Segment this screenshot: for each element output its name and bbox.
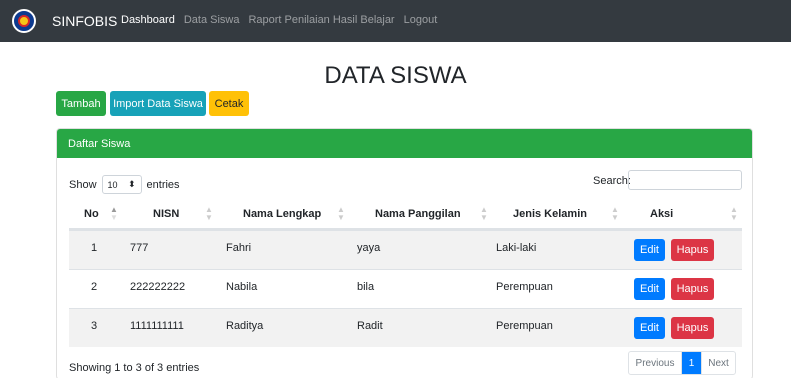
- column-header-nama-panggilan[interactable]: Nama Panggilan: [375, 208, 461, 220]
- navbar: SINFOBIS Dashboard Data Siswa Raport Pen…: [0, 0, 791, 42]
- edit-button[interactable]: Edit: [634, 278, 665, 300]
- import-data-siswa-button[interactable]: Import Data Siswa: [110, 91, 206, 116]
- cell-nama-panggilan: bila: [357, 281, 375, 293]
- pagination-page-1[interactable]: 1: [682, 352, 701, 374]
- nav-links: Dashboard Data Siswa Raport Penilaian Ha…: [121, 14, 437, 26]
- nav-data-siswa[interactable]: Data Siswa: [184, 14, 240, 26]
- search-label: Search:: [593, 175, 631, 187]
- hapus-button[interactable]: Hapus: [671, 317, 714, 339]
- cell-jenis-kelamin: Laki-laki: [496, 242, 537, 254]
- pagination-previous[interactable]: Previous: [629, 352, 682, 374]
- cell-nama-lengkap: Raditya: [226, 320, 264, 332]
- page-title: DATA SISWA: [324, 62, 467, 89]
- sort-asc-icon: ▲ ▼: [110, 205, 118, 222]
- cell-no: 2: [91, 281, 98, 293]
- sort-icon: ▲ ▼: [337, 205, 345, 222]
- table-info: Showing 1 to 3 of 3 entries: [69, 362, 200, 374]
- sort-icon: ▲ ▼: [480, 205, 488, 222]
- school-logo-icon[interactable]: [12, 9, 36, 33]
- cell-nisn: 1111111111: [130, 320, 184, 332]
- daftar-siswa-card: Daftar Siswa Show 10 ⬍ entries Search: N…: [56, 128, 753, 378]
- column-header-no[interactable]: No: [84, 208, 99, 220]
- cell-nisn: 777: [130, 242, 149, 254]
- search-input[interactable]: [628, 170, 742, 190]
- card-header: Daftar Siswa: [57, 129, 752, 158]
- cell-nisn: 222222222: [130, 281, 186, 293]
- table-row: 1 777 Fahri yaya Laki-laki Edit Hapus: [69, 230, 742, 269]
- cell-nama-panggilan: yaya: [357, 242, 381, 254]
- cell-nama-lengkap: Nabila: [226, 281, 258, 293]
- show-label: Show: [69, 178, 97, 191]
- edit-button[interactable]: Edit: [634, 317, 665, 339]
- table-row: 3 1111111111 Raditya Radit Perempuan Edi…: [69, 308, 742, 347]
- entries-label: entries: [146, 178, 180, 191]
- sort-icon: ▲ ▼: [611, 205, 619, 222]
- cell-jenis-kelamin: Perempuan: [496, 281, 553, 293]
- nav-logout[interactable]: Logout: [404, 14, 438, 26]
- entries-value: 10: [107, 179, 118, 190]
- cell-no: 1: [91, 242, 98, 254]
- column-header-jenis-kelamin[interactable]: Jenis Kelamin: [513, 208, 587, 220]
- edit-button[interactable]: Edit: [634, 239, 665, 261]
- table-row: 2 222222222 Nabila bila Perempuan Edit H…: [69, 269, 742, 308]
- sort-icon: ▲ ▼: [205, 205, 213, 222]
- sort-icon: ▲ ▼: [730, 205, 738, 222]
- entries-select[interactable]: 10 ⬍: [101, 175, 142, 194]
- pagination-next[interactable]: Next: [701, 352, 735, 374]
- hapus-button[interactable]: Hapus: [671, 278, 714, 300]
- nav-dashboard[interactable]: Dashboard: [121, 14, 175, 26]
- cetak-button[interactable]: Cetak: [209, 91, 249, 116]
- tambah-button[interactable]: Tambah: [56, 91, 106, 116]
- nav-raport[interactable]: Raport Penilaian Hasil Belajar: [248, 14, 394, 26]
- cell-no: 3: [91, 320, 98, 332]
- column-header-nisn[interactable]: NISN: [153, 208, 179, 220]
- entries-control: Show 10 ⬍ entries: [69, 175, 180, 194]
- cell-nama-panggilan: Radit: [357, 320, 383, 332]
- pagination: Previous 1 Next: [628, 351, 736, 375]
- select-updown-icon: ⬍: [127, 179, 136, 189]
- column-header-aksi[interactable]: Aksi: [650, 208, 673, 220]
- cell-nama-lengkap: Fahri: [226, 242, 252, 254]
- column-header-nama-lengkap[interactable]: Nama Lengkap: [243, 208, 321, 220]
- hapus-button[interactable]: Hapus: [671, 239, 714, 261]
- brand-name[interactable]: SINFOBIS: [52, 13, 117, 29]
- cell-jenis-kelamin: Perempuan: [496, 320, 553, 332]
